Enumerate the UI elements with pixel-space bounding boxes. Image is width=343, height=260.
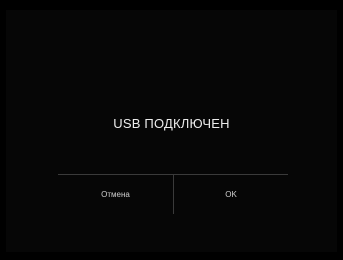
cancel-button[interactable]: Отмена <box>58 175 173 214</box>
ok-button[interactable]: OK <box>174 175 288 214</box>
cancel-button-label: Отмена <box>101 190 130 199</box>
usb-dialog: USB ПОДКЛЮЧЕН <box>6 10 337 252</box>
ok-button-label: OK <box>225 190 237 199</box>
screen: USB ПОДКЛЮЧЕН Отмена OK <box>0 0 343 260</box>
usb-connected-message: USB ПОДКЛЮЧЕН <box>113 116 230 131</box>
